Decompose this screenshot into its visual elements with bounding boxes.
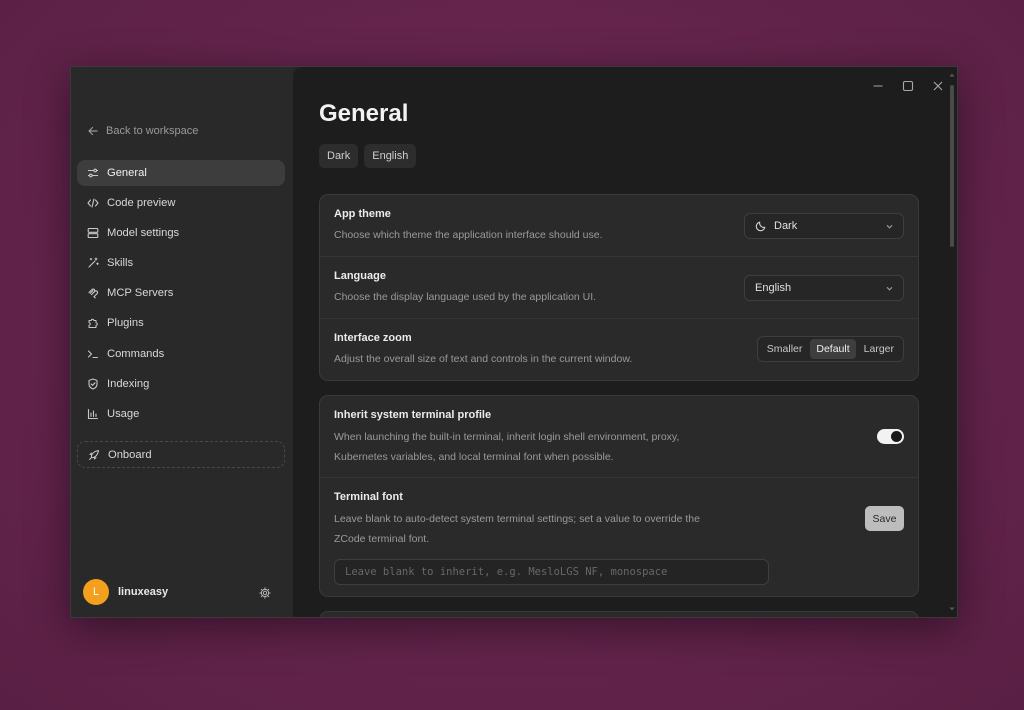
- sliders-icon: [87, 167, 99, 179]
- sidebar-item-label: Indexing: [107, 377, 150, 390]
- arrow-left-icon: [87, 125, 99, 137]
- moon-icon: [755, 220, 767, 232]
- app-theme-value: Dark: [774, 220, 798, 232]
- settings-nav: General Code preview Model settings Skil…: [77, 160, 285, 431]
- save-button[interactable]: Save: [865, 506, 904, 531]
- app-theme-desc: Choose which theme the application inter…: [334, 229, 603, 241]
- language-title: Language: [334, 270, 386, 282]
- sidebar-item-general[interactable]: General: [77, 160, 285, 186]
- code-icon: [87, 197, 99, 209]
- scrollbar-thumb[interactable]: [950, 85, 954, 247]
- sidebar-item-label: General: [107, 167, 147, 179]
- terminal-font-row: Terminal font Leave blank to auto-detect…: [320, 478, 918, 596]
- chevron-down-icon: [885, 222, 894, 231]
- language-value: English: [755, 282, 792, 294]
- scrollbar[interactable]: [947, 67, 957, 617]
- close-icon[interactable]: [931, 79, 945, 93]
- mcp-icon: [87, 287, 99, 299]
- app-theme-select[interactable]: Dark: [744, 213, 904, 239]
- back-to-workspace-label: Back to workspace: [106, 125, 199, 137]
- language-select[interactable]: English: [744, 275, 904, 301]
- page-title: General: [319, 100, 409, 127]
- user-profile[interactable]: L linuxeasy: [83, 579, 168, 605]
- sidebar-item-label: Plugins: [107, 317, 144, 330]
- sidebar-item-label: Model settings: [107, 227, 180, 240]
- maximize-icon[interactable]: [901, 79, 915, 93]
- app-theme-title: App theme: [334, 208, 391, 220]
- interface-zoom-desc: Adjust the overall size of text and cont…: [334, 353, 633, 365]
- inherit-terminal-title: Inherit system terminal profile: [334, 409, 492, 421]
- language-row: Language Choose the display language use…: [320, 257, 918, 319]
- interface-zoom-row: Interface zoom Adjust the overall size o…: [320, 319, 918, 380]
- server-icon: [87, 227, 99, 239]
- sidebar-item-skills[interactable]: Skills: [77, 250, 285, 276]
- inherit-terminal-desc: When launching the built-in terminal, in…: [334, 431, 680, 463]
- sidebar-item-label: Skills: [107, 257, 134, 270]
- zoom-larger-button[interactable]: Larger: [858, 339, 900, 359]
- username: linuxeasy: [118, 586, 169, 598]
- theme-chip: Dark: [319, 144, 359, 168]
- sidebar-item-code-preview[interactable]: Code preview: [77, 190, 285, 216]
- rocket-icon: [88, 449, 100, 461]
- language-desc: Choose the display language used by the …: [334, 291, 597, 303]
- appearance-card: App theme Choose which theme the applica…: [319, 194, 919, 381]
- onboard-label: Onboard: [108, 448, 152, 461]
- scroll-down-icon[interactable]: [949, 606, 955, 612]
- zoom-default-button[interactable]: Default: [810, 339, 856, 359]
- sidebar: Back to workspace General Code preview M…: [71, 67, 293, 617]
- sidebar-item-commands[interactable]: Commands: [77, 341, 285, 367]
- interface-zoom-title: Interface zoom: [334, 332, 412, 344]
- app-theme-row: App theme Choose which theme the applica…: [320, 195, 918, 257]
- inherit-terminal-profile-row: Inherit system terminal profile When lau…: [320, 396, 918, 478]
- bar-chart-icon: [87, 408, 99, 420]
- back-to-workspace-link[interactable]: Back to workspace: [87, 125, 198, 137]
- summary-chips: Dark English: [319, 144, 417, 168]
- avatar: L: [83, 579, 109, 605]
- minimize-icon[interactable]: [871, 79, 885, 93]
- sidebar-item-label: Commands: [107, 347, 165, 360]
- sidebar-item-indexing[interactable]: Indexing: [77, 371, 285, 397]
- sidebar-item-label: Code preview: [107, 197, 176, 210]
- magic-wand-icon: [87, 257, 99, 269]
- sidebar-item-mcp-servers[interactable]: MCP Servers: [77, 280, 285, 306]
- toggle-knob: [891, 431, 902, 442]
- sidebar-item-usage[interactable]: Usage: [77, 401, 285, 427]
- chevron-down-icon: [885, 284, 894, 293]
- scroll-up-icon[interactable]: [949, 72, 955, 78]
- inherit-terminal-toggle[interactable]: [877, 429, 904, 444]
- terminal-font-title: Terminal font: [334, 491, 403, 503]
- settings-window: Back to workspace General Code preview M…: [70, 66, 958, 618]
- onboard-button[interactable]: Onboard: [77, 441, 285, 468]
- language-chip: English: [364, 144, 417, 168]
- next-settings-card: [319, 611, 919, 617]
- sidebar-item-label: MCP Servers: [107, 287, 174, 300]
- sidebar-item-model-settings[interactable]: Model settings: [77, 220, 285, 246]
- shield-icon: [87, 378, 99, 390]
- terminal-font-desc: Leave blank to auto-detect system termin…: [334, 513, 700, 545]
- gear-icon[interactable]: [259, 586, 271, 599]
- puzzle-icon: [87, 317, 99, 329]
- terminal-icon: [87, 348, 99, 360]
- zoom-smaller-button[interactable]: Smaller: [761, 339, 809, 359]
- terminal-card: Inherit system terminal profile When lau…: [319, 395, 919, 597]
- terminal-font-input[interactable]: [334, 559, 769, 585]
- interface-zoom-segmented-control: Smaller Default Larger: [756, 336, 904, 362]
- settings-content: General Dark English App theme Choose wh…: [293, 67, 957, 617]
- sidebar-item-plugins[interactable]: Plugins: [77, 310, 285, 336]
- sidebar-item-label: Usage: [107, 407, 140, 420]
